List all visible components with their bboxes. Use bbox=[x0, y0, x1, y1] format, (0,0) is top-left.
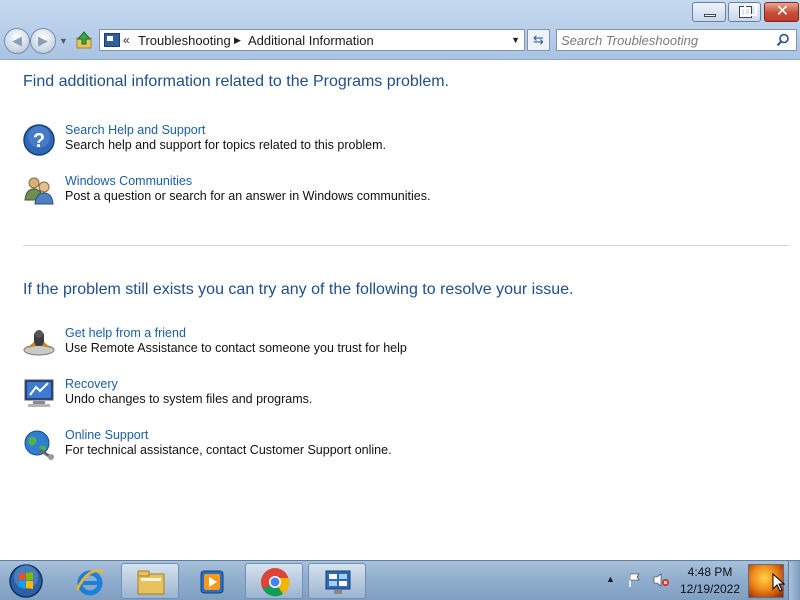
breadcrumb-separator-icon[interactable]: ▶ bbox=[234, 35, 241, 46]
minimize-icon bbox=[704, 14, 716, 17]
online-support-link[interactable]: Online Support bbox=[65, 428, 148, 442]
get-help-from-friend-description: Use Remote Assistance to contact someone… bbox=[65, 341, 407, 355]
task-windows-communities[interactable]: Windows Communities Post a question or s… bbox=[22, 174, 722, 214]
task-online-support[interactable]: Online Support For technical assistance,… bbox=[22, 428, 722, 468]
back-button[interactable]: ◀ bbox=[4, 28, 30, 54]
minimize-button[interactable] bbox=[692, 2, 726, 22]
help-question-icon: ? bbox=[23, 124, 55, 156]
chrome-icon bbox=[261, 568, 290, 597]
search-box[interactable] bbox=[556, 29, 797, 51]
restore-icon bbox=[739, 4, 757, 18]
breadcrumb-additional-information[interactable]: Additional Information bbox=[248, 33, 374, 48]
section-divider bbox=[23, 245, 789, 246]
close-icon: ✕ bbox=[775, 3, 790, 20]
section-heading-resolve-issue: If the problem still exists you can try … bbox=[23, 281, 574, 298]
breadcrumb-troubleshooting[interactable]: Troubleshooting bbox=[138, 33, 231, 48]
globe-icon bbox=[24, 430, 54, 460]
show-hidden-icons-button[interactable]: ▲ bbox=[606, 574, 615, 584]
up-level-icon[interactable] bbox=[74, 30, 94, 50]
media-player-icon bbox=[200, 570, 224, 594]
address-bar[interactable]: « Troubleshooting ▶ Additional Informati… bbox=[99, 29, 525, 51]
taskbar-chrome[interactable] bbox=[245, 563, 303, 599]
windows-communities-description: Post a question or search for an answer … bbox=[65, 189, 431, 203]
recent-pages-dropdown[interactable]: ▼ bbox=[59, 36, 68, 46]
forward-button[interactable]: ▶ bbox=[30, 28, 56, 54]
people-icon bbox=[24, 177, 54, 205]
task-search-help[interactable]: ? Search Help and Support Search help an… bbox=[22, 123, 722, 163]
troubleshooting-icon bbox=[325, 570, 351, 594]
get-help-from-friend-link[interactable]: Get help from a friend bbox=[65, 326, 186, 340]
show-desktop-button[interactable] bbox=[788, 561, 800, 600]
window-titlebar: ✕ ◀ ▶ ▼ « Troubleshooting ▶ Additional I… bbox=[0, 0, 800, 60]
start-orb-icon[interactable] bbox=[4, 562, 48, 600]
recovery-monitor-icon bbox=[24, 379, 54, 407]
online-support-description: For technical assistance, contact Custom… bbox=[65, 443, 392, 457]
taskbar-file-explorer[interactable] bbox=[121, 563, 179, 599]
main-content: Find additional information related to t… bbox=[0, 61, 800, 560]
taskbar-troubleshooting[interactable] bbox=[308, 563, 366, 599]
windows-communities-link[interactable]: Windows Communities bbox=[65, 174, 192, 188]
breadcrumb-overflow[interactable]: « bbox=[123, 33, 130, 47]
refresh-button[interactable]: ⇆ bbox=[527, 29, 550, 51]
taskbar: ▲ 4:48 PM 12/19/2022 bbox=[0, 560, 800, 600]
remote-assistance-icon bbox=[23, 330, 55, 356]
svg-text:?: ? bbox=[33, 130, 45, 152]
search-input[interactable] bbox=[561, 32, 771, 48]
recovery-link[interactable]: Recovery bbox=[65, 377, 118, 391]
control-panel-icon bbox=[104, 33, 120, 47]
section-heading-additional-info: Find additional information related to t… bbox=[23, 73, 449, 90]
back-arrow-icon: ◀ bbox=[12, 33, 22, 48]
recovery-description: Undo changes to system files and program… bbox=[65, 392, 313, 406]
clock-date[interactable]: 12/19/2022 bbox=[676, 582, 744, 596]
search-help-link[interactable]: Search Help and Support bbox=[65, 123, 205, 137]
close-button[interactable]: ✕ bbox=[764, 2, 799, 22]
search-icon[interactable] bbox=[776, 33, 790, 47]
forward-arrow-icon: ▶ bbox=[38, 33, 48, 48]
taskbar-media-player[interactable] bbox=[182, 563, 240, 599]
refresh-icon: ⇆ bbox=[533, 32, 544, 47]
volume-muted-icon[interactable] bbox=[652, 572, 670, 588]
internet-explorer-icon bbox=[75, 569, 105, 596]
restore-button[interactable] bbox=[728, 2, 761, 22]
clock-time[interactable]: 4:48 PM bbox=[680, 565, 740, 579]
mouse-cursor-icon bbox=[772, 573, 786, 592]
taskbar-internet-explorer[interactable] bbox=[60, 563, 118, 599]
search-help-description: Search help and support for topics relat… bbox=[65, 138, 387, 152]
file-explorer-icon bbox=[137, 570, 165, 595]
task-help-from-friend[interactable]: Get help from a friend Use Remote Assist… bbox=[22, 326, 722, 366]
task-recovery[interactable]: Recovery Undo changes to system files an… bbox=[22, 377, 722, 417]
action-center-flag-icon[interactable] bbox=[627, 572, 643, 588]
address-dropdown-icon[interactable]: ▼ bbox=[511, 35, 520, 45]
